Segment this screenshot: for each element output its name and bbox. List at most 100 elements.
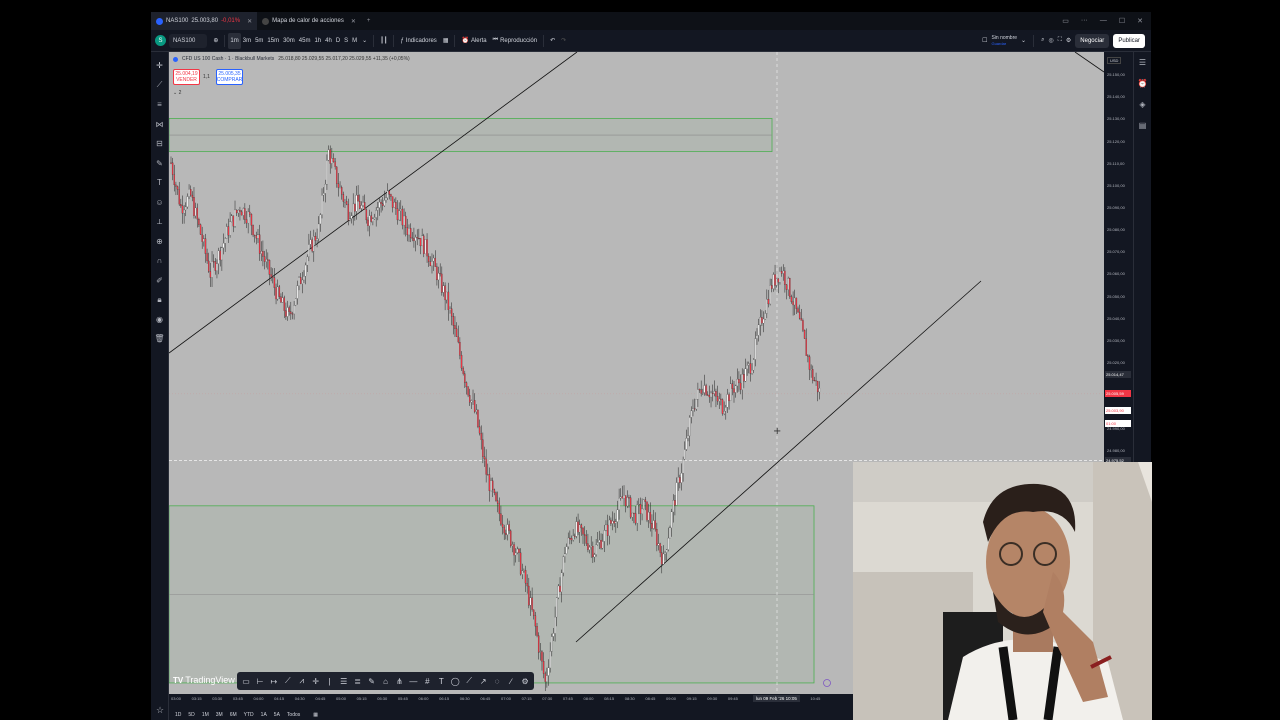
arrow-line-icon[interactable]: — xyxy=(407,677,419,686)
close-window-icon[interactable]: ✕ xyxy=(1137,17,1143,25)
replay-button[interactable]: ⏮ Reproducción xyxy=(490,33,540,49)
horizontal-ray-icon[interactable]: ↦ xyxy=(268,677,280,686)
brush-icon[interactable]: ✎ xyxy=(151,154,169,174)
pattern-icon[interactable]: ⋈ xyxy=(151,115,169,135)
hide-icon[interactable]: ◉ xyxy=(151,310,169,330)
fib-extension-icon[interactable]: ≣ xyxy=(352,677,364,686)
compare-icon[interactable]: ⊕ xyxy=(210,33,221,49)
maximize-icon[interactable]: ☐ xyxy=(1119,17,1125,25)
interval-d[interactable]: D xyxy=(334,33,342,49)
zoom-icon[interactable]: ⊕ xyxy=(151,232,169,252)
close-icon[interactable]: ✕ xyxy=(247,18,252,25)
trendline-icon[interactable]: ⟋ xyxy=(151,76,169,96)
range-5a[interactable]: 5A xyxy=(274,712,280,718)
interval-30m[interactable]: 30m xyxy=(281,33,297,49)
range-ytd[interactable]: YTD xyxy=(244,712,254,718)
fib-icon[interactable]: ≡ xyxy=(151,95,169,115)
undo-icon[interactable]: ↶ xyxy=(547,33,558,49)
layout-name[interactable]: Sin nombre Guardar xyxy=(991,35,1017,47)
notes-icon[interactable]: ▤ xyxy=(1139,121,1147,130)
crosshair-icon[interactable]: ✛ xyxy=(310,677,322,686)
interval-3m[interactable]: 3m xyxy=(241,33,253,49)
rectangle-icon[interactable]: ▭ xyxy=(240,677,252,686)
interval-5m[interactable]: 5m xyxy=(253,33,265,49)
legend-title[interactable]: CFD US 100 Cash · 1 · Blackbull Markets xyxy=(182,56,274,62)
ruler-icon[interactable]: ⟂ xyxy=(151,212,169,232)
range-1a[interactable]: 1A xyxy=(261,712,267,718)
path-icon[interactable]: ⟋ xyxy=(282,676,294,686)
signpost-icon[interactable]: ⌂ xyxy=(380,677,392,686)
range-3m[interactable]: 3M xyxy=(216,712,223,718)
range-1d[interactable]: 1D xyxy=(175,712,181,718)
ellipse-icon[interactable]: ◌ xyxy=(491,677,503,686)
price-axis[interactable]: USD 25.150,00 25.140,00 25.130,00 25.120,00… xyxy=(1104,52,1133,464)
interval-s[interactable]: S xyxy=(342,33,350,49)
horizontal-line-icon[interactable]: ⊢ xyxy=(254,677,266,686)
brush-icon[interactable]: ✎ xyxy=(366,677,378,686)
candle-body xyxy=(726,394,729,408)
templates-icon[interactable]: ▦ xyxy=(440,33,452,49)
interval-45m[interactable]: 45m xyxy=(297,33,313,49)
buy-button[interactable]: 25.005,35 COMPRAR xyxy=(216,69,243,85)
favorites-star-icon[interactable]: ☆ xyxy=(151,700,169,720)
search-icon[interactable]: ⌕ xyxy=(1041,37,1044,44)
minimize-icon[interactable]: — xyxy=(1100,17,1107,25)
fib-retracement-icon[interactable]: ☰ xyxy=(338,677,350,686)
circle-icon[interactable]: ◯ xyxy=(449,677,461,686)
indicators-button[interactable]: ƒ Indicadores xyxy=(397,33,439,49)
layers-icon[interactable]: ◈ xyxy=(1139,100,1145,109)
range-todos[interactable]: Todos xyxy=(287,712,300,718)
alerts-icon[interactable]: ⏰ xyxy=(1138,79,1148,88)
lock-icon[interactable]: 🔒︎ xyxy=(151,290,169,310)
fullscreen-icon[interactable]: ⛶ xyxy=(1058,37,1062,44)
tradingview-logo[interactable]: TV TradingView xyxy=(173,675,235,685)
more-icon[interactable]: ··· xyxy=(1081,17,1088,25)
interval-4h[interactable]: 4h xyxy=(323,33,334,49)
trash-icon[interactable]: 🗑︎ xyxy=(151,329,169,349)
polyline-icon[interactable]: ⩘ xyxy=(296,676,308,686)
browser-tab-heatmap[interactable]: Mapa de calor de acciones ✕ xyxy=(257,12,361,30)
avatar[interactable]: S xyxy=(155,35,166,46)
prediction-icon[interactable]: ⊟ xyxy=(151,134,169,154)
calendar-icon[interactable]: ▦ xyxy=(313,712,318,718)
trendline-icon[interactable]: ⟋ xyxy=(463,676,475,686)
chart-type-icon[interactable]: ┃┃ xyxy=(377,33,390,49)
ray-icon[interactable]: ↗ xyxy=(477,677,489,686)
grid-icon[interactable]: # xyxy=(421,677,433,686)
alert-button[interactable]: ⏰ Alerta xyxy=(458,33,489,49)
interval-dropdown-icon[interactable]: ⌄ xyxy=(359,33,370,49)
layout-icon[interactable]: ☐ xyxy=(982,37,987,44)
interval-m[interactable]: M xyxy=(350,33,359,49)
watchlist-icon[interactable]: ☰ xyxy=(1139,58,1146,67)
range-5d[interactable]: 5D xyxy=(188,712,194,718)
text-icon[interactable]: T xyxy=(435,677,447,686)
stay-drawing-icon[interactable]: ✐ xyxy=(151,271,169,291)
publish-button[interactable]: Publicar xyxy=(1113,33,1145,48)
sell-button[interactable]: 25.004,19 VENDER xyxy=(173,69,200,85)
interval-1m[interactable]: 1m xyxy=(228,32,241,49)
interval-1h[interactable]: 1h xyxy=(312,33,323,49)
settings-icon[interactable]: ⚙ xyxy=(519,677,531,686)
close-icon[interactable]: ✕ xyxy=(351,18,356,25)
indicators-toggle[interactable]: ⌄ 2 xyxy=(173,90,181,96)
interval-15m[interactable]: 15m xyxy=(265,33,281,49)
candle-body xyxy=(227,226,230,236)
pitchfork-icon[interactable]: ⋔ xyxy=(393,677,405,686)
text-icon[interactable]: T xyxy=(151,173,169,193)
emoji-icon[interactable]: ☺ xyxy=(151,193,169,213)
chevron-down-icon[interactable]: ⌄ xyxy=(1021,37,1026,44)
redo-icon[interactable]: ↷ xyxy=(558,33,569,49)
screen-share-icon[interactable]: ▭ xyxy=(1062,17,1069,25)
crosshair-icon[interactable]: ✛ xyxy=(151,56,169,76)
camera-icon[interactable]: ◎ xyxy=(1048,37,1053,44)
settings-icon[interactable]: ⚙ xyxy=(1066,37,1071,44)
range-6m[interactable]: 6M xyxy=(230,712,237,718)
browser-tab-nas100[interactable]: NAS100 25.003,80 -0,01% ✕ xyxy=(151,12,258,30)
new-tab-button[interactable]: + xyxy=(361,18,371,24)
trade-button[interactable]: Negociar xyxy=(1075,33,1110,48)
line-icon[interactable]: ∕ xyxy=(505,677,517,686)
currency-button[interactable]: USD xyxy=(1107,57,1122,64)
symbol-search[interactable]: NAS100 xyxy=(166,33,210,49)
range-1m[interactable]: 1M xyxy=(202,712,209,718)
magnet-icon[interactable]: ∩ xyxy=(151,251,169,271)
